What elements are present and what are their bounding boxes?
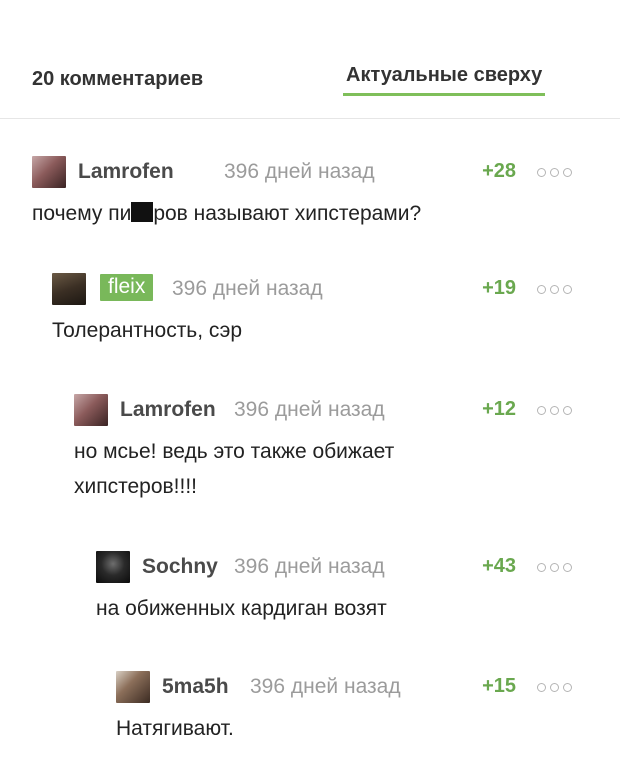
comment-author[interactable]: Sochny xyxy=(142,555,218,579)
more-options-icon[interactable] xyxy=(537,285,572,295)
comment-text: Натягивают. xyxy=(116,717,234,740)
more-options-icon[interactable] xyxy=(537,406,572,416)
comment-time[interactable]: 396 дней назад xyxy=(250,675,401,699)
comment: 5ma5h 396 дней назад +15 Натягивают. xyxy=(116,671,572,746)
comment-text: Толерантность, сэр xyxy=(52,319,243,342)
more-options-icon[interactable] xyxy=(537,168,572,178)
comment-text: на обиженных кардиган возят xyxy=(96,597,387,620)
comment: Sochny 396 дней назад +43 на обиженных к… xyxy=(96,551,572,626)
comment-meta: Lamrofen 396 дней назад +28 xyxy=(32,156,572,188)
comment-text: но мсье! ведь это также обижает хипстеро… xyxy=(74,440,395,498)
more-options-icon[interactable] xyxy=(537,563,572,573)
comment-rating: +15 xyxy=(482,675,516,697)
comment-author[interactable]: Lamrofen xyxy=(78,160,174,184)
comment-time[interactable]: 396 дней назад xyxy=(234,398,385,422)
comment-rating: +43 xyxy=(482,555,516,577)
comment-time[interactable]: 396 дней назад xyxy=(224,160,375,184)
more-options-icon[interactable] xyxy=(537,683,572,693)
comment: Lamrofen 396 дней назад +28 почему пи ров… xyxy=(32,156,572,231)
comment-time[interactable]: 396 дней назад xyxy=(234,555,385,579)
comment-rating: +12 xyxy=(482,398,516,420)
comment-rating: +19 xyxy=(482,277,516,299)
comment-meta: 5ma5h 396 дней назад +15 xyxy=(116,671,572,703)
comment-time[interactable]: 396 дней назад xyxy=(172,277,323,301)
avatar[interactable] xyxy=(116,671,150,703)
avatar[interactable] xyxy=(96,551,130,583)
comment: Lamrofen 396 дней назад +12 но мсье! вед… xyxy=(74,394,572,504)
sort-tab-actual[interactable]: Актуальные сверху xyxy=(343,64,546,96)
comment-rating: +28 xyxy=(482,160,516,182)
comment-author[interactable]: 5ma5h xyxy=(162,675,229,699)
comments-count: 20 комментариев xyxy=(32,68,204,90)
avatar[interactable] xyxy=(52,273,86,305)
avatar[interactable] xyxy=(74,394,108,426)
comment-meta: Lamrofen 396 дней назад +12 xyxy=(74,394,572,426)
comment-text-part: ров называют хипстерами? xyxy=(153,202,422,225)
comment-meta: Sochny 396 дней назад +43 xyxy=(96,551,572,583)
comments-header: 20 комментариев Актуальные сверху xyxy=(0,0,620,119)
comment-text-part: почему пи xyxy=(32,202,132,225)
comment-text: почему пи ров называют хипстерами? xyxy=(32,196,572,231)
comment-author[interactable]: fleix xyxy=(100,274,154,301)
comment: fleix 396 дней назад +19 Толерантность, … xyxy=(52,273,572,348)
avatar[interactable] xyxy=(32,156,66,188)
comment-author[interactable]: Lamrofen xyxy=(120,398,216,422)
redaction-block xyxy=(131,202,154,222)
comment-meta: fleix 396 дней назад +19 xyxy=(52,273,572,305)
